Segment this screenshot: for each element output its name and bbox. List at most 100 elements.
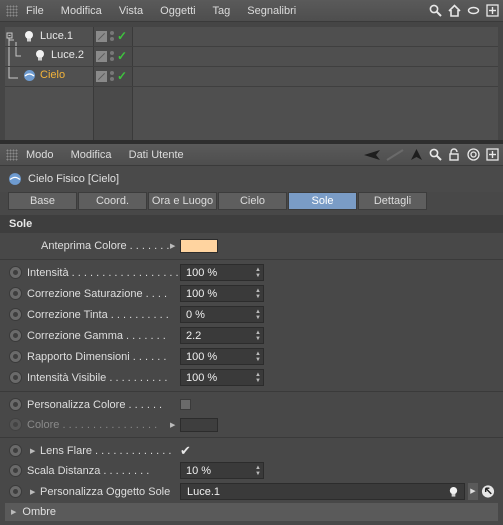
menu-vista[interactable]: Vista <box>119 5 143 17</box>
lock-icon[interactable] <box>447 148 461 162</box>
tree-item-cielo[interactable]: Cielo <box>22 65 65 85</box>
object-name: Luce.1 <box>40 30 74 42</box>
param-correzione-gamma: Correzione Gamma . . . . . . . 2.2 ▲ ▼ <box>0 325 503 346</box>
spinner-arrows-icon[interactable]: ▲ ▼ <box>255 465 261 477</box>
back-arrow-icon[interactable] <box>363 148 381 162</box>
spinner-arrows-icon[interactable]: ▲ ▼ <box>255 288 261 300</box>
tag-area <box>133 27 498 140</box>
dimensioni-input[interactable]: 100 % ▲ ▼ <box>180 348 264 365</box>
color-preview-swatch[interactable] <box>180 238 218 253</box>
menu-file[interactable]: File <box>26 5 44 17</box>
expand-arrow-icon[interactable]: ▶ <box>30 488 35 496</box>
display-tag-icon[interactable] <box>96 50 107 62</box>
spinner-arrows-icon[interactable]: ▲ ▼ <box>255 372 261 384</box>
tree-item-luce1[interactable]: Luce.1 <box>22 26 73 46</box>
animate-radio[interactable] <box>9 308 22 321</box>
spinner-arrows-icon[interactable]: ▲ ▼ <box>255 330 261 342</box>
param-scala-distanza: Scala Distanza . . . . . . . . 10 % ▲ ▼ <box>0 460 503 481</box>
oggetto-sole-link-field[interactable]: Luce.1 <box>180 483 465 500</box>
om-toolbar <box>428 4 499 18</box>
expand-arrow-icon[interactable]: ▶ <box>11 508 16 516</box>
param-correzione-saturazione: Correzione Saturazione . . . . 100 % ▲ ▼ <box>0 283 503 304</box>
menu-oggetti[interactable]: Oggetti <box>160 5 195 17</box>
expand-arrow-icon[interactable]: ▶ <box>170 421 175 429</box>
lens-flare-checkbox[interactable]: ✔ <box>180 443 191 459</box>
attribute-manager: Modo Modifica Dati Utente Cielo Fisico [… <box>0 144 503 525</box>
ombre-group-header[interactable]: ▶ Ombre <box>5 503 498 521</box>
menu-segnalibri[interactable]: Segnalibri <box>247 5 296 17</box>
enabled-check-icon[interactable]: ✓ <box>117 29 127 43</box>
menu-modifica[interactable]: Modifica <box>61 5 102 17</box>
animate-radio[interactable] <box>9 485 22 498</box>
section-header: Sole <box>0 215 503 233</box>
animate-radio[interactable] <box>9 398 22 411</box>
display-tag-icon[interactable] <box>96 30 107 42</box>
tab-coord[interactable]: Coord. <box>78 192 147 210</box>
light-bulb-icon <box>33 48 47 62</box>
am-menu-items: Modo Modifica Dati Utente <box>26 149 198 161</box>
animate-radio[interactable] <box>9 418 22 431</box>
target-icon[interactable] <box>466 148 480 162</box>
spinner-arrows-icon[interactable]: ▲ ▼ <box>255 309 261 321</box>
forward-arrow-icon[interactable] <box>386 148 404 162</box>
param-label: Colore . . . . . . . . . . . . . . . . <box>27 418 158 431</box>
am-toolbar <box>363 148 499 162</box>
home-icon[interactable] <box>447 4 461 18</box>
attribute-manager-menubar: Modo Modifica Dati Utente <box>0 144 503 166</box>
scala-distanza-input[interactable]: 10 % ▲ ▼ <box>180 462 264 479</box>
animate-radio[interactable] <box>9 464 22 477</box>
animate-radio[interactable] <box>9 266 22 279</box>
new-panel-icon[interactable] <box>485 4 499 18</box>
search-icon[interactable] <box>428 148 442 162</box>
animate-radio[interactable] <box>9 371 22 384</box>
spinner-arrows-icon[interactable]: ▲ ▼ <box>255 351 261 363</box>
param-colore: Colore . . . . . . . . . . . . . . . . ▶ <box>0 414 503 435</box>
up-arrow-icon[interactable] <box>409 148 423 162</box>
menu-modifica[interactable]: Modifica <box>71 149 112 161</box>
animate-radio[interactable] <box>9 287 22 300</box>
tab-base[interactable]: Base <box>8 192 77 210</box>
panel-grip-icon[interactable] <box>6 148 18 161</box>
animate-radio[interactable] <box>9 329 22 342</box>
param-label: Anteprima Colore . . . . . . . <box>41 239 170 252</box>
menu-dati-utente[interactable]: Dati Utente <box>129 149 184 161</box>
intensita-input[interactable]: 100 % ▲ ▼ <box>180 264 264 281</box>
tab-cielo[interactable]: Cielo <box>218 192 287 210</box>
light-bulb-icon <box>22 29 36 43</box>
display-tag-icon[interactable] <box>96 70 107 82</box>
expand-arrow-icon[interactable]: ▶ <box>170 242 175 250</box>
visibility-dots-icon[interactable] <box>110 51 114 61</box>
tinta-input[interactable]: 0 % ▲ ▼ <box>180 306 264 323</box>
search-icon[interactable] <box>428 4 442 18</box>
saturazione-input[interactable]: 100 % ▲ ▼ <box>180 285 264 302</box>
visibility-dots-icon[interactable] <box>110 31 114 41</box>
color-swatch[interactable] <box>180 417 218 432</box>
gamma-input[interactable]: 2.2 ▲ ▼ <box>180 327 264 344</box>
tab-dettagli[interactable]: Dettagli <box>358 192 427 210</box>
menu-tag[interactable]: Tag <box>212 5 230 17</box>
param-label: Scala Distanza . . . . . . . . <box>27 464 150 477</box>
tab-sole[interactable]: Sole <box>288 192 357 210</box>
enabled-check-icon[interactable]: ✓ <box>117 49 127 63</box>
link-menu-arrow-icon[interactable]: ▶ <box>468 483 478 500</box>
tree-item-luce2[interactable]: Luce.2 <box>33 45 84 65</box>
personalizza-colore-checkbox[interactable] <box>180 399 191 410</box>
menu-modo[interactable]: Modo <box>26 149 54 161</box>
param-anteprima-colore: Anteprima Colore . . . . . . . ▶ <box>0 235 503 256</box>
enabled-check-icon[interactable]: ✓ <box>117 69 127 83</box>
visibile-input[interactable]: 100 % ▲ ▼ <box>180 369 264 386</box>
param-label: Rapporto Dimensioni . . . . . . <box>27 350 167 363</box>
new-panel-icon[interactable] <box>485 148 499 162</box>
param-label: Lens Flare . . . . . . . . . . . . . <box>40 444 172 457</box>
field-value: 10 % <box>186 464 212 477</box>
animate-radio[interactable] <box>9 350 22 363</box>
expand-arrow-icon[interactable]: ▶ <box>30 447 35 455</box>
tab-ora-e-luogo[interactable]: Ora e Luogo <box>148 192 217 210</box>
visibility-dots-icon[interactable] <box>110 71 114 81</box>
link-icon[interactable] <box>466 4 480 18</box>
animate-radio[interactable] <box>9 444 22 457</box>
pick-object-icon[interactable] <box>481 485 495 499</box>
param-rapporto-dimensioni: Rapporto Dimensioni . . . . . . 100 % ▲ ▼ <box>0 346 503 367</box>
spinner-arrows-icon[interactable]: ▲ ▼ <box>255 267 261 279</box>
panel-grip-icon[interactable] <box>6 4 18 17</box>
